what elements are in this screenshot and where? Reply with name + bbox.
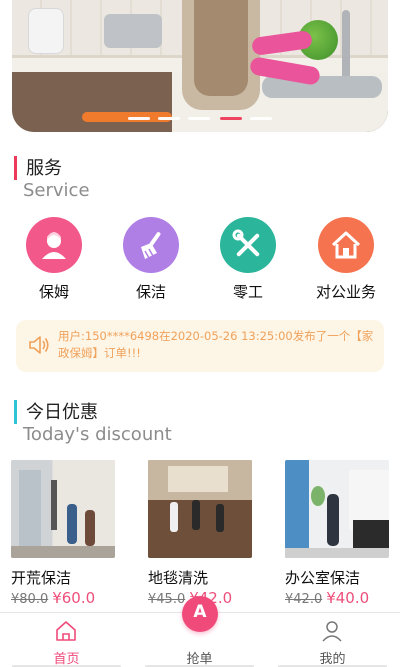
service-item-corporate[interactable]: 对公业务: [296, 215, 396, 305]
house-icon: [318, 217, 374, 273]
section-title: 今日优惠: [26, 402, 98, 423]
grab-order-icon: A: [193, 602, 207, 622]
nanny-icon: [26, 217, 82, 273]
notice-text: 用户:150****6498在2020-05-26 13:25:00发布了一个【…: [58, 329, 374, 360]
deal-image: [148, 460, 252, 558]
carousel-dot[interactable]: [250, 117, 272, 120]
service-grid: 保姆 保洁 零工 对公业务: [0, 215, 400, 305]
carousel-dot-active[interactable]: [220, 117, 242, 120]
user-icon: [320, 619, 344, 647]
section-title: 服务: [26, 158, 62, 179]
broom-icon: [123, 217, 179, 273]
deal-new-price: ¥40.0: [326, 589, 370, 607]
carousel-indicators: [0, 117, 400, 123]
service-item-nanny[interactable]: 保姆: [4, 215, 104, 305]
discount-list: 开荒保洁 ¥80.0¥60.0 地毯清洗 ¥45.0 ¥42.0 办公室保洁: [0, 460, 400, 610]
carousel-dot[interactable]: [188, 117, 210, 120]
deal-name: 开荒保洁: [11, 569, 72, 587]
deal-old-price: ¥45.0: [148, 592, 186, 607]
deal-old-price: ¥42.0: [285, 592, 323, 607]
grab-order-fab-button[interactable]: A: [182, 596, 218, 632]
deal-image: [11, 460, 115, 558]
tools-icon: [220, 217, 276, 273]
tab-home[interactable]: 首页: [0, 613, 133, 667]
deal-prices: ¥80.0 ¥60.0: [11, 588, 95, 607]
service-label: 保姆: [38, 283, 69, 301]
service-item-cleaning[interactable]: 保洁: [101, 215, 201, 305]
deal-new-price: ¥60.0: [52, 589, 96, 607]
carousel-dot[interactable]: [158, 117, 180, 120]
service-item-odd-jobs[interactable]: 零工: [198, 215, 298, 305]
section-accent-bar: [14, 156, 17, 180]
carousel-dot[interactable]: [128, 117, 150, 120]
service-label: 对公业务: [315, 283, 376, 301]
deal-prices: ¥42.0 ¥40.0: [285, 588, 369, 607]
deal-name: 地毯清洗: [148, 569, 209, 587]
service-label: 保洁: [135, 283, 166, 301]
section-subtitle: Service: [23, 180, 90, 201]
tab-mine[interactable]: 我的: [266, 613, 399, 667]
order-notice-banner[interactable]: 用户:150****6498在2020-05-26 13:25:00发布了一个【…: [16, 320, 384, 372]
banner-carousel[interactable]: [12, 0, 388, 132]
section-accent-bar: [14, 400, 17, 424]
deal-name: 办公室保洁: [285, 569, 361, 587]
speaker-icon: [28, 335, 50, 359]
deal-image: [285, 460, 389, 558]
service-label: 零工: [232, 283, 263, 301]
section-subtitle: Today's discount: [23, 424, 172, 445]
home-icon: [54, 619, 78, 647]
deal-old-price: ¥80.0: [11, 592, 49, 607]
